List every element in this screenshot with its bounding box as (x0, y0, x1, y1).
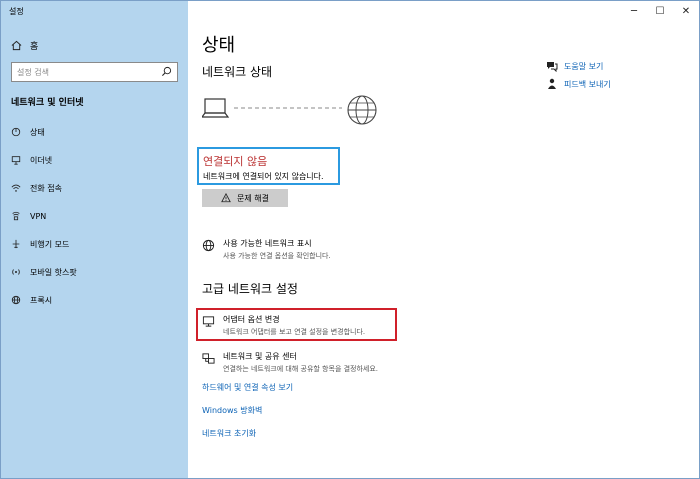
status-icon (11, 127, 21, 137)
ethernet-icon (11, 156, 21, 165)
section-title: 네트워크 및 인터넷 (11, 98, 84, 108)
sidebar-item-ethernet[interactable]: 이더넷 (11, 152, 52, 168)
sidebar-item-label: VPN (30, 211, 47, 221)
sidebar-item-label: 상태 (30, 127, 45, 137)
airplane-icon (12, 239, 20, 249)
troubleshoot-label: 문제 해결 (237, 193, 269, 203)
search-input[interactable]: 설정 검색 (11, 62, 178, 82)
globe-icon (347, 95, 377, 125)
feedback-icon (548, 78, 556, 89)
home-nav-item[interactable]: 홈 (11, 39, 38, 52)
troubleshoot-button[interactable]: 문제 해결 (202, 189, 288, 207)
sidebar-item-label: 모바일 핫스팟 (30, 267, 77, 277)
sidebar-item-vpn[interactable]: VPN (11, 208, 46, 224)
home-label: 홈 (30, 42, 39, 52)
sharing-center-subtitle: 연결하는 네트워크에 대해 공유할 항목을 결정하세요. (223, 365, 379, 373)
feedback-label: 피드백 보내기 (564, 79, 611, 89)
network-globe-icon (202, 239, 215, 252)
network-diagram (202, 95, 377, 125)
maximize-button[interactable]: ☐ (647, 1, 673, 21)
sharing-center-icon (202, 353, 215, 364)
connection-status-box: 연결되지 않음 네트워크에 연결되어 있지 않습니다. (197, 147, 340, 185)
search-placeholder: 설정 검색 (17, 68, 49, 77)
settings-window: 홈 설정 검색 네트워크 및 인터넷 상태 이더넷 전화 접속 VPN 비행기 … (0, 0, 700, 479)
sharing-center-title: 네트워크 및 공유 센터 (223, 352, 297, 361)
network-status-heading: 네트워크 상태 (202, 65, 273, 79)
show-available-networks[interactable]: 사용 가능한 네트워크 표시 사용 가능한 연결 옵션을 확인합니다. (202, 238, 331, 261)
change-adapter-options[interactable]: 어댑터 옵션 변경 네트워크 어댑터를 보고 연결 설정을 변경합니다. (202, 314, 365, 337)
connection-status-title: 연결되지 않음 (203, 155, 268, 168)
adapter-options-subtitle: 네트워크 어댑터를 보고 연결 설정을 변경합니다. (223, 328, 366, 336)
home-icon (11, 40, 22, 51)
sidebar-item-label: 전화 접속 (30, 183, 62, 193)
dialup-icon (11, 184, 21, 192)
vpn-icon (12, 211, 20, 221)
warning-icon (221, 193, 231, 203)
search-icon (161, 66, 172, 77)
window-title: 설정 (9, 7, 24, 16)
sidebar-item-label: 프록시 (30, 295, 53, 305)
sidebar-item-label: 이더넷 (30, 155, 53, 165)
show-networks-subtitle: 사용 가능한 연결 옵션을 확인합니다. (223, 252, 331, 260)
adapter-icon (202, 316, 215, 327)
sidebar-item-hotspot[interactable]: 모바일 핫스팟 (11, 264, 77, 280)
proxy-icon (11, 295, 21, 305)
adapter-options-title: 어댑터 옵션 변경 (223, 315, 280, 324)
firewall-link[interactable]: Windows 방화벽 (202, 405, 262, 416)
feedback-link[interactable]: 피드백 보내기 (546, 78, 611, 90)
network-sharing-center[interactable]: 네트워크 및 공유 센터 연결하는 네트워크에 대해 공유할 항목을 결정하세요… (202, 351, 378, 374)
sidebar: 홈 설정 검색 네트워크 및 인터넷 상태 이더넷 전화 접속 VPN 비행기 … (1, 1, 188, 478)
help-link[interactable]: 도움말 보기 (546, 60, 603, 72)
show-networks-title: 사용 가능한 네트워크 표시 (223, 239, 312, 248)
help-icon (547, 62, 558, 72)
title-bar: 설정 ─ ☐ ✕ (1, 1, 699, 23)
minimize-button[interactable]: ─ (621, 1, 647, 21)
sidebar-item-proxy[interactable]: 프록시 (11, 292, 52, 308)
hardware-properties-link[interactable]: 하드웨어 및 연결 속성 보기 (202, 382, 293, 393)
page-title: 상태 (202, 35, 236, 56)
advanced-settings-heading: 고급 네트워크 설정 (202, 282, 298, 296)
laptop-icon (202, 98, 230, 118)
sidebar-item-airplane[interactable]: 비행기 모드 (11, 236, 69, 252)
help-label: 도움말 보기 (564, 61, 604, 71)
sidebar-item-label: 비행기 모드 (30, 239, 70, 249)
sidebar-item-dialup[interactable]: 전화 접속 (11, 180, 62, 196)
connection-status-desc: 네트워크에 연결되어 있지 않습니다. (203, 172, 324, 181)
network-reset-link[interactable]: 네트워크 초기화 (202, 428, 256, 439)
hotspot-icon (12, 269, 20, 275)
close-button[interactable]: ✕ (673, 1, 699, 21)
sidebar-item-status[interactable]: 상태 (11, 124, 45, 140)
